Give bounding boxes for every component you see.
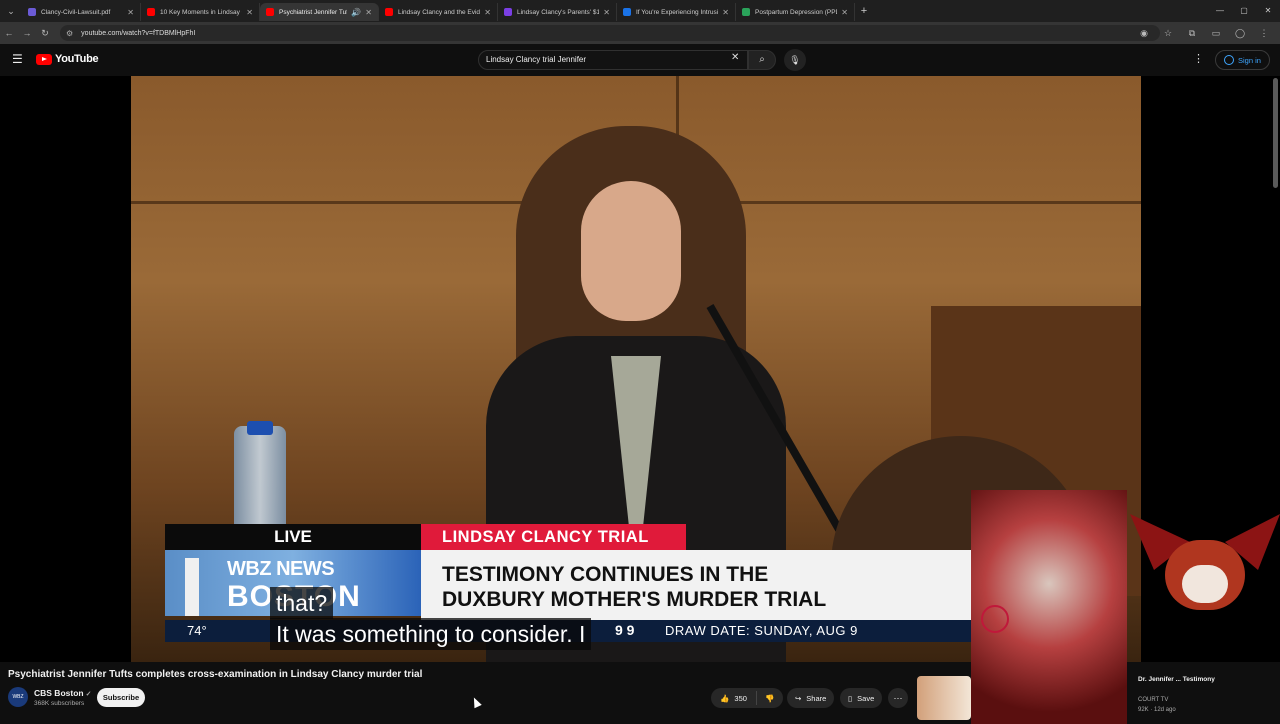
recommended-meta: 92K · 12d ago	[1138, 707, 1176, 713]
witness-face	[581, 181, 681, 321]
menu-icon[interactable]: ☰	[12, 52, 23, 66]
logo-text: YouTube	[55, 53, 99, 65]
like-dislike-group: 👍 350 👎	[711, 688, 783, 708]
bookmark-icon: ▯	[848, 693, 853, 703]
recommended-thumbnail[interactable]	[917, 676, 971, 720]
audio-icon[interactable]: 🔊	[351, 8, 361, 17]
ticker-text: DRAW DATE: SUNDAY, AUG 9	[665, 623, 858, 638]
new-tab-button[interactable]: +	[855, 5, 873, 17]
search-icon[interactable]: ⌕	[748, 50, 776, 70]
tab-search-icon[interactable]: ⌄	[0, 0, 22, 22]
channel-name-text: CBS Boston	[34, 688, 84, 698]
caption-line-1: that?	[270, 587, 334, 619]
search-input[interactable]: Lindsay Clancy trial Jennifer	[478, 50, 748, 70]
water-bottle	[234, 426, 286, 536]
youtube-play-icon	[36, 53, 52, 65]
sign-in-button[interactable]: Sign in	[1215, 50, 1270, 70]
channel-avatar[interactable]: WBZ	[8, 687, 28, 707]
account-icon	[1224, 55, 1234, 65]
cast-icon[interactable]: ▭	[1208, 25, 1224, 41]
tab-favicon	[504, 8, 512, 16]
trial-tag: LINDSAY CLANCY TRIAL	[421, 524, 686, 550]
close-icon[interactable]: ✕	[603, 8, 610, 17]
ticker-numbers: 9 9	[615, 622, 635, 638]
tab-favicon	[385, 8, 393, 16]
close-icon[interactable]: ✕	[722, 8, 729, 17]
microphone-icon[interactable]: 🎙	[784, 49, 806, 71]
temperature: 74°	[187, 623, 207, 638]
red-panda-mascot	[1130, 495, 1280, 665]
maximize-icon[interactable]: ▢	[1232, 0, 1256, 22]
bottle-cap	[247, 421, 273, 435]
like-button[interactable]: 👍 350	[711, 691, 757, 705]
site-info-icon[interactable]: ⚙	[66, 29, 73, 38]
thumbs-up-icon: 👍	[720, 693, 730, 703]
translate-icon[interactable]: ◉	[1136, 25, 1152, 41]
close-icon[interactable]: ✕	[246, 8, 253, 17]
tab-favicon	[742, 8, 750, 16]
subscribe-button[interactable]: Subscribe	[97, 688, 145, 707]
thumbs-down-icon: 👎	[765, 693, 775, 703]
clear-search-icon[interactable]: ✕	[731, 52, 739, 63]
like-count: 350	[734, 693, 747, 703]
live-badge: LIVE	[165, 524, 421, 550]
browser-toolbar: ◉ ☆ ⧉ ▭ ◯ ⋮	[1136, 25, 1272, 41]
tab-favicon	[147, 8, 155, 16]
share-icon: ↪	[795, 693, 802, 703]
youtube-logo[interactable]: YouTube	[36, 53, 99, 65]
page-scrollbar[interactable]	[1273, 78, 1278, 188]
more-actions-icon[interactable]: ⋯	[888, 688, 908, 708]
recommended-channel: COURT TV	[1138, 697, 1169, 703]
save-button[interactable]: ▯ Save	[840, 688, 883, 708]
minimize-icon[interactable]: —	[1208, 0, 1232, 22]
forward-icon[interactable]: →	[18, 28, 36, 38]
settings-menu-icon[interactable]: ⋮	[1193, 52, 1204, 65]
profile-icon[interactable]: ◯	[1232, 25, 1248, 41]
bookmark-star-icon[interactable]: ☆	[1160, 25, 1176, 41]
close-icon[interactable]: ✕	[484, 8, 491, 17]
dislike-button[interactable]: 👎	[757, 694, 783, 703]
video-title: Psychiatrist Jennifer Tufts completes cr…	[8, 669, 423, 680]
share-label: Share	[806, 693, 827, 703]
window-controls: — ▢ ✕	[1208, 0, 1280, 22]
tab-favicon	[623, 8, 631, 16]
close-icon[interactable]: ✕	[841, 8, 848, 17]
browser-tab-active[interactable]: Psychiatrist Jennifer Tufts c🔊✕	[260, 3, 379, 21]
share-button[interactable]: ↪ Share	[787, 688, 835, 708]
caption-line-2: It was something to consider. I	[270, 618, 592, 650]
browser-tab[interactable]: Clancy-Civil-Lawsuit.pdf ✕	[22, 3, 141, 21]
browser-tab[interactable]: 10 Key Moments in Lindsay Cla ✕	[141, 3, 260, 21]
extensions-icon[interactable]: ⧉	[1184, 25, 1200, 41]
address-bar: ← → ↻ ⚙ youtube.com/watch?v=fTDBMlHpFhI …	[0, 22, 1280, 44]
mascot-face	[1182, 565, 1228, 603]
url-text: youtube.com/watch?v=fTDBMlHpFhI	[81, 29, 196, 37]
browser-tab[interactable]: If You're Experiencing Intrusiv ✕	[617, 3, 736, 21]
close-window-icon[interactable]: ✕	[1256, 0, 1280, 22]
subscriber-count: 368K subscribers	[34, 700, 85, 707]
save-label: Save	[857, 693, 875, 703]
close-icon[interactable]: ✕	[365, 8, 372, 17]
tab-favicon	[266, 8, 274, 16]
youtube-header: ☰ YouTube Lindsay Clancy trial Jennifer …	[0, 44, 1280, 76]
station-name: WBZ NEWS	[227, 558, 335, 580]
tab-favicon	[28, 8, 36, 16]
mouse-cursor	[470, 695, 482, 709]
back-icon[interactable]: ←	[0, 28, 18, 38]
recommended-title[interactable]: Dr. Jennifer ... Testimony	[1138, 675, 1258, 684]
browser-tab[interactable]: Lindsay Clancy's Parents' $1 Mi✕	[498, 3, 617, 21]
close-icon[interactable]: ✕	[127, 8, 134, 17]
reload-icon[interactable]: ↻	[36, 28, 54, 39]
verified-icon: ✓	[85, 691, 92, 698]
muted-logo-icon	[981, 605, 1009, 633]
browser-menu-icon[interactable]: ⋮	[1256, 25, 1272, 41]
overlay-artwork	[971, 490, 1127, 724]
browser-tab[interactable]: Lindsay Clancy and the Eviden ✕	[379, 3, 498, 21]
lighthouse-graphic	[185, 558, 199, 616]
url-field[interactable]: ⚙ youtube.com/watch?v=fTDBMlHpFhI	[60, 25, 1160, 41]
sign-in-label: Sign in	[1238, 55, 1261, 65]
channel-name[interactable]: CBS Boston ✓	[34, 688, 91, 698]
tab-bar: ⌄ Clancy-Civil-Lawsuit.pdf ✕ 10 Key Momen…	[0, 0, 1280, 22]
browser-tab[interactable]: Postpartum Depression (PPD) ✕	[736, 3, 855, 21]
